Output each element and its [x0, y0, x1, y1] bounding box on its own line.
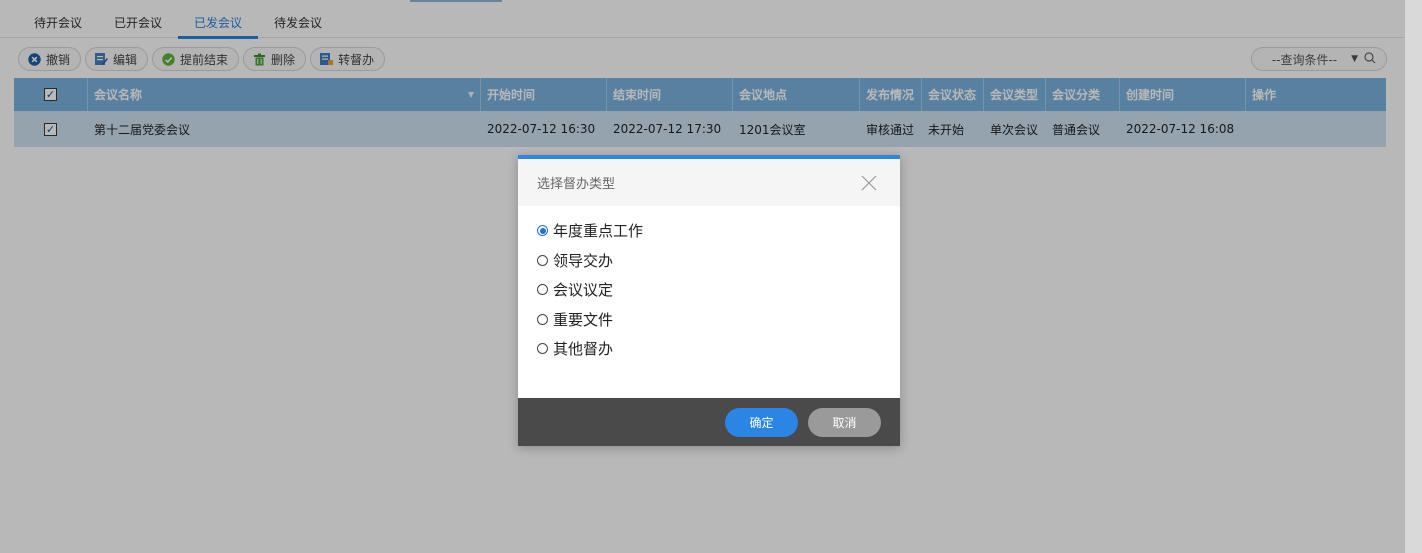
option-label: 重要文件	[553, 310, 614, 329]
option-label: 会议议定	[553, 281, 614, 300]
dialog-title: 选择督办类型	[537, 177, 616, 192]
option-important-document[interactable]: 重要文件	[537, 305, 900, 335]
radio-meeting-decision[interactable]	[537, 284, 548, 296]
cancel-button[interactable]: 取消	[808, 407, 881, 437]
option-annual-key-work[interactable]: 年度重点工作	[537, 216, 900, 246]
option-label: 其他督办	[553, 340, 614, 359]
radio-important-document[interactable]	[537, 313, 548, 325]
option-meeting-decision[interactable]: 会议议定	[537, 275, 900, 305]
radio-annual-key-work[interactable]	[537, 225, 548, 237]
radio-other-supervision[interactable]	[537, 343, 548, 355]
supervise-type-dialog: 选择督办类型 年度重点工作 领导交办 会议议定 重要文件 其他督办 确定 取消	[518, 155, 900, 446]
dialog-footer: 确定 取消	[518, 398, 900, 446]
option-other-supervision[interactable]: 其他督办	[537, 334, 900, 364]
radio-leader-assigned[interactable]	[537, 254, 548, 266]
page-scrollbar[interactable]	[1405, 0, 1422, 553]
option-label: 领导交办	[553, 251, 614, 270]
dialog-options: 年度重点工作 领导交办 会议议定 重要文件 其他督办	[518, 206, 900, 364]
option-leader-assigned[interactable]: 领导交办	[537, 246, 900, 276]
confirm-button[interactable]: 确定	[725, 407, 798, 437]
option-label: 年度重点工作	[553, 222, 644, 241]
close-icon[interactable]	[860, 174, 878, 192]
dialog-header: 选择督办类型	[518, 159, 900, 206]
